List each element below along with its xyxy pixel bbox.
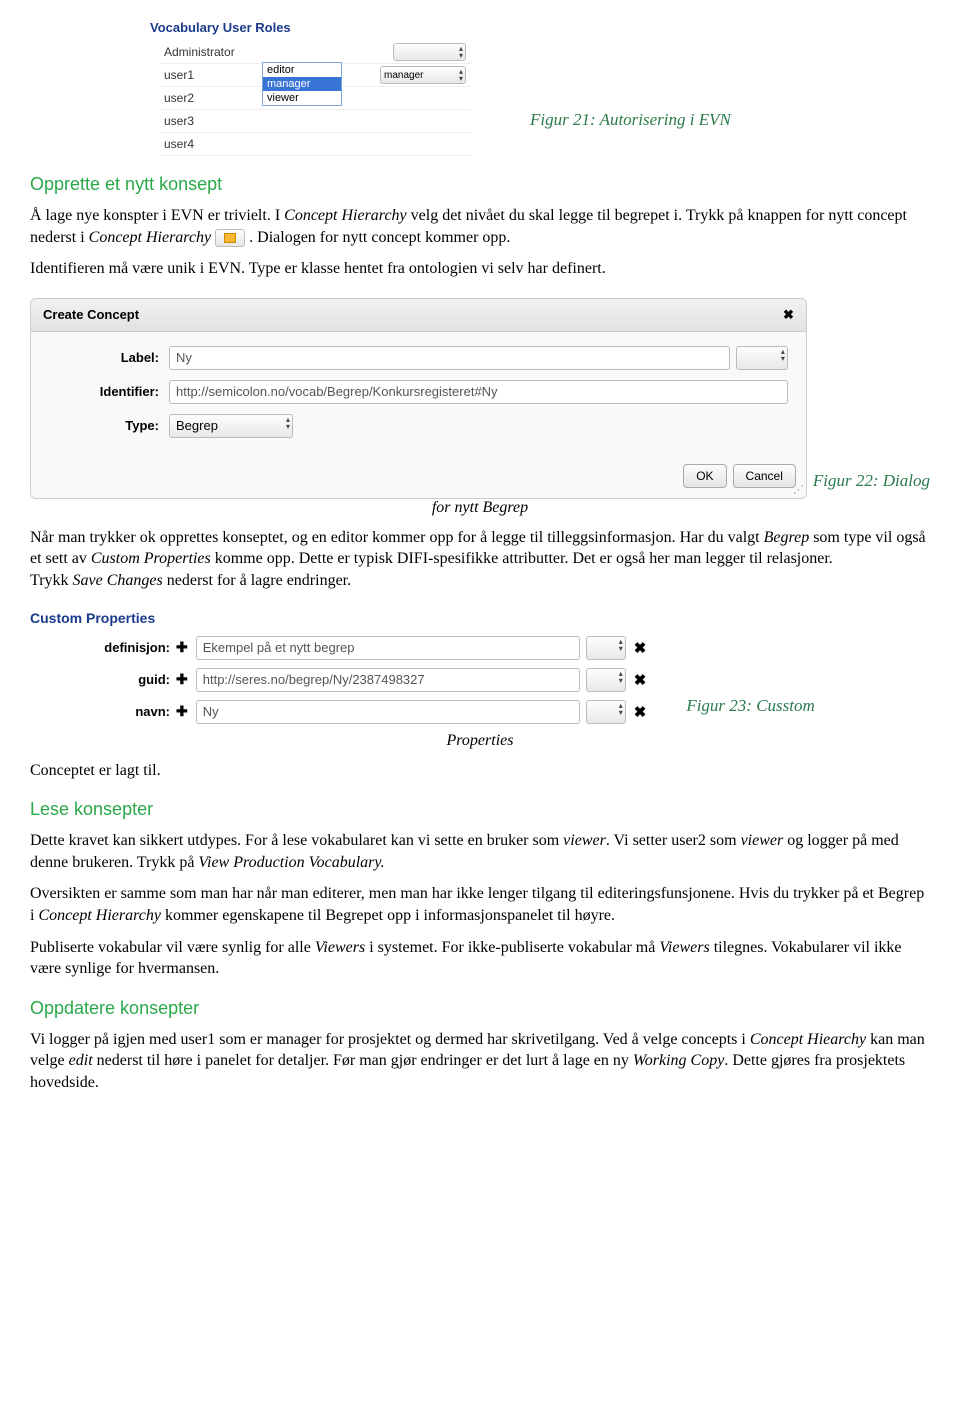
figure-21-caption: Figur 21: Autorisering i EVN [530, 110, 731, 130]
cp-input[interactable]: Ekempel på et nytt begrep [196, 636, 580, 660]
create-concept-dialog: Create Concept ✖ Label: Ny ▴▾ Identifier… [30, 298, 807, 499]
dialog-header: Create Concept ✖ [31, 299, 806, 332]
lang-select[interactable]: ▴▾ [586, 700, 626, 724]
role-option[interactable]: viewer [263, 91, 341, 105]
vocab-roles-widget: Vocabulary User Roles Administrator ▴▾ u… [160, 20, 470, 156]
vocab-row: user4 [160, 133, 470, 156]
cp-label: navn: [30, 704, 176, 719]
updown-icon: ▴▾ [781, 348, 785, 362]
cp-row: guid: ✚ http://seres.no/begrep/Ny/238749… [30, 668, 646, 692]
updown-icon: ▴▾ [619, 638, 623, 652]
paragraph: Oversikten er samme som man har når man … [30, 883, 930, 926]
updown-icon: ▴▾ [459, 68, 463, 82]
remove-icon[interactable]: ✖ [634, 671, 647, 689]
figure-21: Vocabulary User Roles Administrator ▴▾ u… [30, 20, 930, 156]
label-label: Label: [49, 350, 169, 365]
role-option-selected[interactable]: manager [263, 77, 341, 91]
vocab-user-name: user4 [164, 137, 466, 151]
figure-23-caption: Figur 23: Cusstom [686, 696, 814, 716]
paragraph: Dette kravet kan sikkert utdypes. For å … [30, 830, 930, 873]
remove-icon[interactable]: ✖ [634, 703, 647, 721]
paragraph: Å lage nye konspter i EVN er trivielt. I… [30, 205, 930, 248]
vocab-row: Administrator ▴▾ [160, 41, 470, 64]
plus-icon[interactable]: ✚ [176, 639, 188, 656]
plus-icon[interactable]: ✚ [176, 703, 188, 720]
new-concept-button[interactable] [215, 229, 245, 247]
cp-row: definisjon: ✚ Ekempel på et nytt begrep … [30, 636, 646, 660]
cp-row: navn: ✚ Ny ▴▾ ✖ [30, 700, 646, 724]
paragraph: Conceptet er lagt til. [30, 760, 930, 782]
vocab-user-name: user3 [164, 114, 466, 128]
role-select[interactable]: ▴▾ [393, 43, 466, 61]
figure-22: Create Concept ✖ Label: Ny ▴▾ Identifier… [30, 290, 930, 499]
lang-select[interactable]: ▴▾ [736, 346, 788, 370]
updown-icon: ▴▾ [286, 416, 290, 430]
heading-lese: Lese konsepter [30, 799, 930, 820]
plus-icon[interactable]: ✚ [176, 671, 188, 688]
cp-input[interactable]: Ny [196, 700, 580, 724]
cp-input[interactable]: http://seres.no/begrep/Ny/2387498327 [196, 668, 580, 692]
identifier-label: Identifier: [49, 384, 169, 399]
type-label: Type: [49, 418, 169, 433]
square-icon [224, 233, 236, 243]
heading-opprette: Opprette et nytt konsept [30, 174, 930, 195]
paragraph: Vi logger på igjen med user1 som er mana… [30, 1029, 930, 1094]
type-select[interactable]: Begrep ▴▾ [169, 414, 293, 438]
figure-22-caption: Figur 22: Dialog [813, 471, 930, 491]
figure-22-subcaption: for nytt Begrep [30, 499, 930, 517]
figure-23: Custom Properties definisjon: ✚ Ekempel … [30, 602, 930, 732]
paragraph: Når man trykker ok opprettes konseptet, … [30, 527, 930, 592]
lang-select[interactable]: ▴▾ [586, 668, 626, 692]
close-icon[interactable]: ✖ [783, 307, 794, 323]
vocab-user-name: Administrator [164, 45, 393, 59]
vocab-roles-title: Vocabulary User Roles [150, 20, 470, 35]
paragraph: Identifieren må være unik i EVN. Type er… [30, 258, 930, 280]
remove-icon[interactable]: ✖ [634, 639, 647, 657]
lang-select[interactable]: ▴▾ [586, 636, 626, 660]
cp-label: guid: [30, 672, 176, 687]
cancel-button[interactable]: Cancel [733, 464, 796, 488]
custom-properties-title: Custom Properties [30, 610, 646, 626]
role-select[interactable]: manager ▴▾ [380, 66, 466, 84]
vocab-row: user3 [160, 110, 470, 133]
dialog-title: Create Concept [43, 307, 139, 323]
paragraph: Publiserte vokabular vil være synlig for… [30, 937, 930, 980]
updown-icon: ▴▾ [459, 45, 463, 59]
ok-button[interactable]: OK [683, 464, 726, 488]
identifier-input[interactable]: http://semicolon.no/vocab/Begrep/Konkurs… [169, 380, 788, 404]
cp-label: definisjon: [30, 640, 176, 655]
role-popup[interactable]: editor manager viewer [262, 62, 342, 106]
updown-icon: ▴▾ [619, 670, 623, 684]
heading-oppdatere: Oppdatere konsepter [30, 998, 930, 1019]
updown-icon: ▴▾ [619, 702, 623, 716]
figure-23-subcaption: Properties [30, 732, 930, 750]
resize-grip-icon[interactable]: ⋰ [793, 483, 804, 496]
label-input[interactable]: Ny [169, 346, 730, 370]
role-option[interactable]: editor [263, 63, 341, 77]
